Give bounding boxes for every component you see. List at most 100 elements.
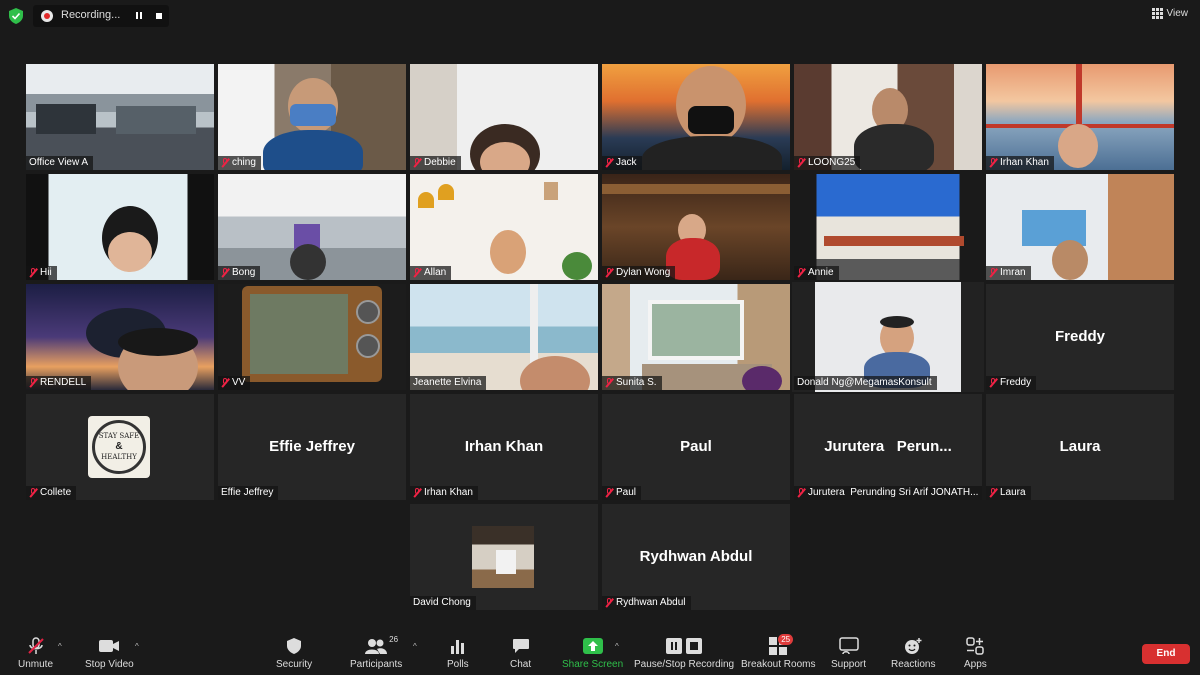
participant-name-label: Rydhwan Abdul [602,596,691,610]
video-options-caret-icon[interactable]: ^ [135,642,139,651]
video-tile[interactable]: Hii [26,174,214,280]
video-tile[interactable]: Freddy Freddy [986,284,1174,390]
video-tile[interactable]: Rydhwan Abdul Rydhwan Abdul [602,504,790,610]
participant-name-label: Collete [26,486,77,500]
share-screen-button[interactable]: Share Screen [562,636,623,670]
reactions-button[interactable]: Reactions [891,636,935,670]
mic-muted-icon [29,488,37,498]
video-tile[interactable]: Debbie [410,64,598,170]
video-tile[interactable]: STAY SAFE & HEALTHY Collete [26,394,214,500]
video-tile[interactable]: Effie Jeffrey Effie Jeffrey [218,394,406,500]
participant-name-label: Jack [602,156,642,170]
end-meeting-button[interactable]: End [1142,644,1190,664]
unmute-label: Unmute [18,659,54,670]
video-tile[interactable]: Sunita S. [602,284,790,390]
mic-muted-icon [797,268,805,278]
participant-name-label: Laura [986,486,1031,500]
apps-icon [966,637,985,655]
support-button[interactable]: Support [831,636,866,670]
mic-muted-icon [605,378,613,388]
audio-options-caret-icon[interactable]: ^ [58,642,62,651]
mic-muted-icon [221,158,229,168]
pause-stop-recording-button[interactable]: Pause/Stop Recording [634,636,734,670]
video-tile[interactable]: Irhan Khan Irhan Khan [410,394,598,500]
support-label: Support [831,659,867,670]
mic-muted-icon [29,378,37,388]
participant-name-label: ching [218,156,261,170]
security-button[interactable]: Security [276,636,312,670]
video-tile[interactable]: David Chong [410,504,598,610]
mic-muted-icon [413,268,421,278]
apps-button[interactable]: Apps [964,636,987,670]
participants-options-caret-icon[interactable]: ^ [413,642,417,651]
mic-muted-icon [413,488,421,498]
video-tile[interactable]: LOONG25 [794,64,982,170]
pause-recording-icon[interactable] [134,11,144,21]
video-tile[interactable]: Laura Laura [986,394,1174,500]
video-tile-active-speaker[interactable]: Donald Ng@MegamasKonsult [792,282,984,392]
participant-name-label: LOONG25 [794,156,861,170]
video-tile[interactable]: Irhan Khan [986,64,1174,170]
participant-name-label: Jurutera Perunding Sri Arif JONATH... [794,486,982,500]
participant-name-label: Hii [26,266,57,280]
participant-name-label: Irhan Khan [410,486,478,500]
video-tile[interactable]: ching [218,64,406,170]
mic-muted-icon [605,488,613,498]
participant-display-name: Effie Jeffrey [269,438,355,455]
participant-name-label: Annie [794,266,839,280]
share-screen-label: Share Screen [562,659,624,670]
video-tile[interactable]: Imran [986,174,1174,280]
participant-name-label: Freddy [986,376,1037,390]
participant-name-label: David Chong [410,596,476,610]
participants-button[interactable]: 26 Participants [350,635,403,670]
participants-count: 26 [389,635,399,644]
mic-muted-icon [797,488,805,498]
participant-name-label: Allan [410,266,452,280]
participants-label: Participants [350,659,403,670]
shield-icon[interactable] [9,8,23,24]
share-options-caret-icon[interactable]: ^ [615,642,619,651]
mic-muted-icon [27,637,44,654]
participant-display-name: Irhan Khan [464,438,544,455]
video-tile[interactable]: Jeanette Elvina [410,284,598,390]
video-tile[interactable]: Jurutera Perun... Jurutera Perunding Sri… [794,394,982,500]
video-tile[interactable]: VV [218,284,406,390]
video-tile[interactable]: RENDELL [26,284,214,390]
video-camera-icon [99,640,120,652]
video-tile[interactable]: Annie [794,174,982,280]
breakout-rooms-badge: 25 [778,634,794,645]
recording-label: Recording... [61,9,121,21]
video-tile[interactable]: Jack [602,64,790,170]
video-tile[interactable]: Bong [218,174,406,280]
breakout-rooms-button[interactable]: 25 Breakout Rooms [741,634,816,670]
participants-icon [365,639,388,654]
mic-muted-icon [605,598,613,608]
view-button[interactable]: View [1151,8,1189,19]
security-label: Security [276,659,313,670]
mic-muted-icon [797,158,805,168]
profile-picture [472,526,534,588]
pause-stop-recording-label: Pause/Stop Recording [634,659,735,670]
polls-button[interactable]: Polls [447,636,469,670]
view-label: View [1166,8,1189,19]
participant-name-label: VV [218,376,251,390]
smiley-plus-icon [905,638,922,654]
meeting-toolbar: Unmute ^ Stop Video ^ Security 26 Partic [0,630,1200,675]
video-tile[interactable]: Dylan Wong [602,174,790,280]
reactions-label: Reactions [891,659,936,670]
stop-recording-icon[interactable] [154,11,164,21]
participant-name-label: Paul [602,486,642,500]
mic-muted-icon [989,158,997,168]
video-tile[interactable]: Allan [410,174,598,280]
participant-name-label: Dylan Wong [602,266,676,280]
chat-button[interactable]: Chat [510,636,531,670]
participant-name-label: Bong [218,266,261,280]
video-tile[interactable]: Paul Paul [602,394,790,500]
video-tile[interactable]: Office View A [26,64,214,170]
participant-display-name: Laura [1059,438,1101,455]
recording-indicator: Recording... [33,5,169,27]
breakout-rooms-label: Breakout Rooms [741,659,816,670]
unmute-button[interactable]: Unmute [18,636,53,670]
share-screen-arrow-icon [582,638,603,654]
stop-video-button[interactable]: Stop Video [85,636,134,670]
